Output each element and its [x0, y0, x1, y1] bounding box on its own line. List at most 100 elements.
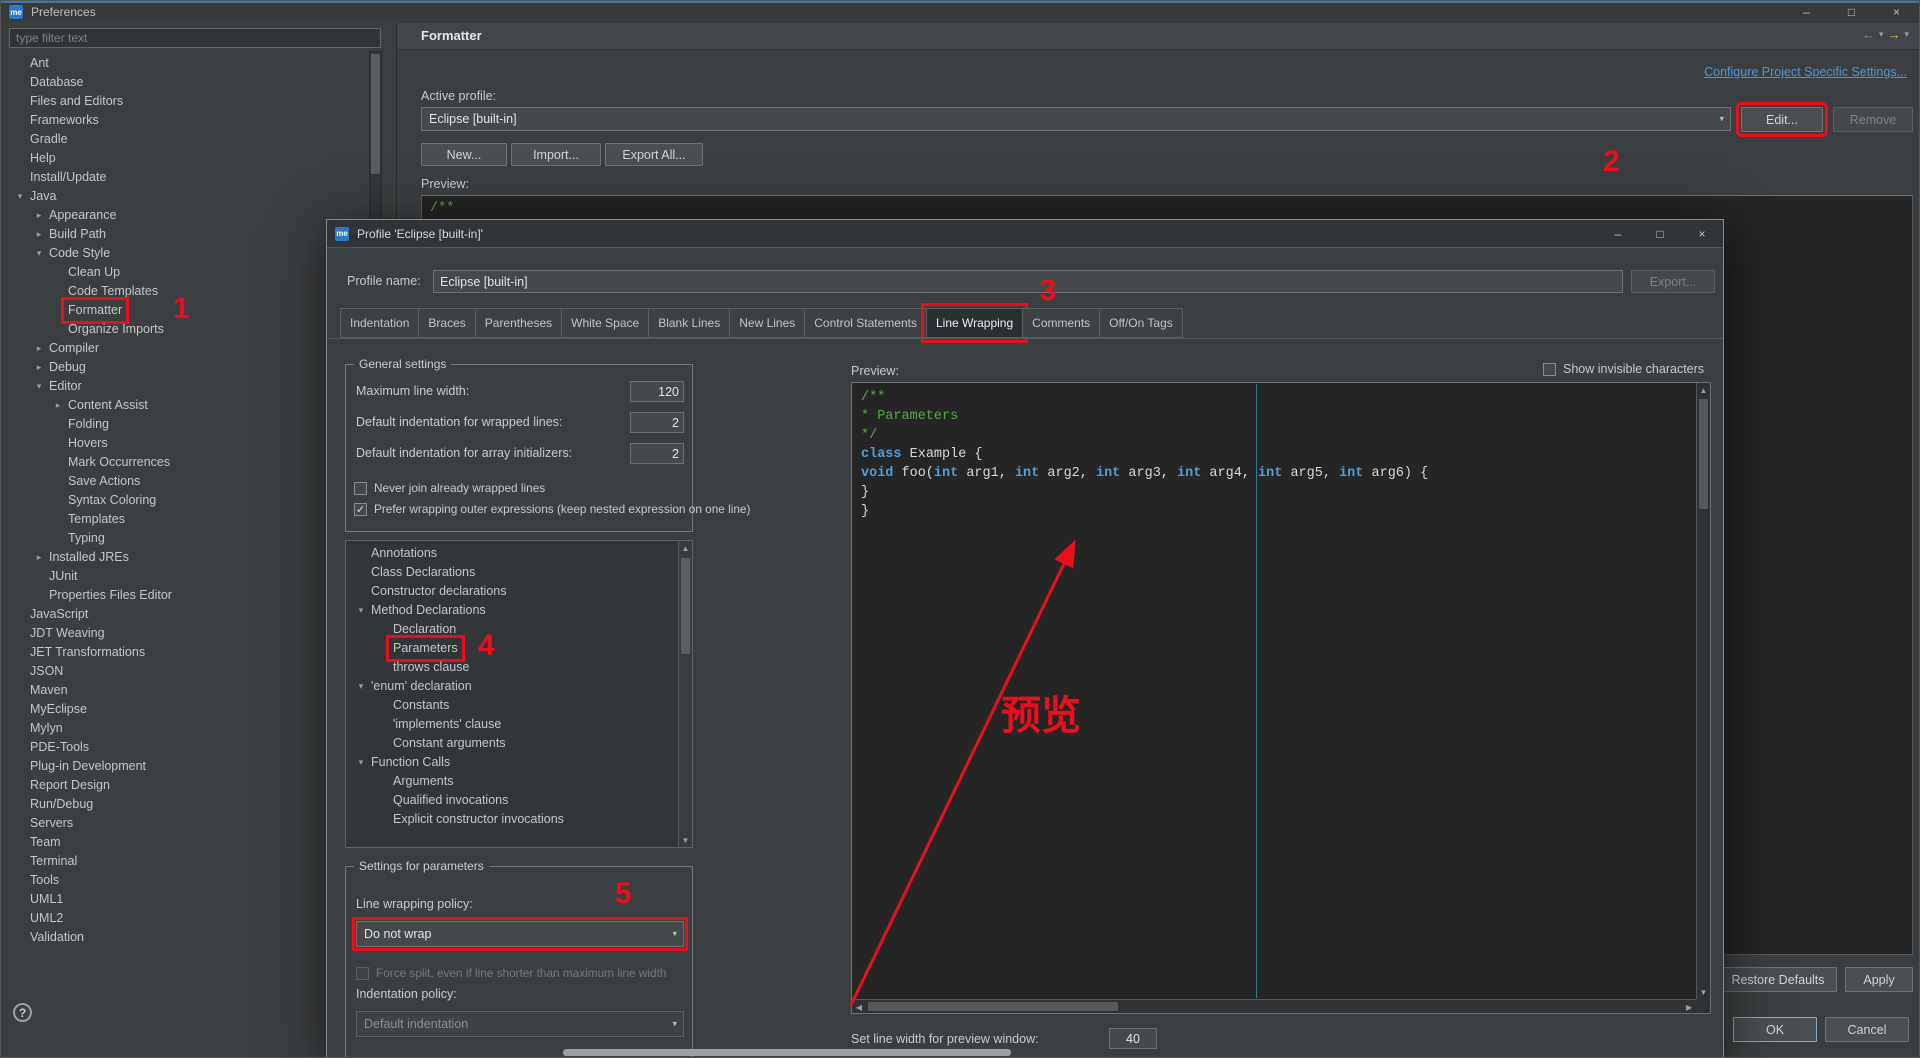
tab-new-lines[interactable]: New Lines	[729, 308, 806, 338]
tree-item-database[interactable]: Database	[1, 73, 397, 92]
profile-name-input[interactable]	[433, 270, 1623, 293]
collapsed-chevron-icon[interactable]: ▸	[32, 548, 46, 567]
tree-item-qualified-invocations[interactable]: Qualified invocations	[346, 791, 692, 810]
tab-blank-lines[interactable]: Blank Lines	[648, 308, 731, 338]
tree-item-gradle[interactable]: Gradle	[1, 130, 397, 149]
dialog-horizontal-scrollbar-thumb[interactable]	[563, 1049, 1011, 1056]
ok-button[interactable]: OK	[1733, 1017, 1817, 1042]
filter-input[interactable]	[9, 28, 381, 48]
active-profile-select[interactable]: Eclipse [built-in] ▾	[421, 107, 1731, 131]
scrollbar-thumb[interactable]	[868, 1002, 1118, 1011]
dialog-titlebar[interactable]: me Profile 'Eclipse [built-in]' – □ ×	[327, 220, 1723, 248]
tab-off-on-tags[interactable]: Off/On Tags	[1099, 308, 1183, 338]
tree-item-explicit-constructor-invocations[interactable]: Explicit constructor invocations	[346, 810, 692, 829]
close-icon[interactable]: ×	[1874, 1, 1919, 23]
checkbox-unchecked-icon[interactable]	[1543, 362, 1556, 376]
close-icon[interactable]: ×	[1681, 220, 1723, 248]
scroll-down-icon[interactable]: ▼	[679, 833, 692, 847]
tab-comments[interactable]: Comments	[1022, 308, 1101, 338]
tab-white-space[interactable]: White Space	[561, 308, 650, 338]
tree-item-class-declarations[interactable]: Class Declarations	[346, 563, 692, 582]
new-button[interactable]: New...	[421, 143, 507, 166]
expanded-chevron-icon[interactable]: ▾	[13, 187, 27, 206]
tree-item-annotations[interactable]: Annotations	[346, 544, 692, 563]
collapsed-chevron-icon[interactable]: ▸	[32, 225, 46, 244]
import-button[interactable]: Import...	[511, 143, 601, 166]
expanded-chevron-icon[interactable]: ▾	[354, 753, 368, 772]
tree-item-throws-clause[interactable]: throws clause	[346, 658, 692, 677]
scrollbar-thumb[interactable]	[681, 558, 690, 654]
collapsed-chevron-icon[interactable]: ▸	[32, 358, 46, 377]
preview-vertical-scrollbar[interactable]: ▲ ▼	[1696, 383, 1710, 999]
apply-button[interactable]: Apply	[1845, 967, 1913, 992]
tree-item-label: Annotations	[371, 546, 438, 560]
collapsed-chevron-icon[interactable]: ▸	[51, 396, 65, 415]
tree-item-help[interactable]: Help	[1, 149, 397, 168]
tree-item-constants[interactable]: Constants	[346, 696, 692, 715]
tree-item-arguments[interactable]: Arguments	[346, 772, 692, 791]
field-input-default-indentation-for-wrapped-lines[interactable]	[630, 412, 684, 433]
expanded-chevron-icon[interactable]: ▾	[32, 244, 46, 263]
checkbox-row-never-join-already-wrapped-lin[interactable]: Never join already wrapped lines	[354, 481, 684, 495]
expanded-chevron-icon[interactable]: ▾	[354, 601, 368, 620]
tree-item-method-declarations[interactable]: ▾ Method Declarations	[346, 601, 692, 620]
scroll-up-icon[interactable]: ▲	[1697, 383, 1710, 397]
tree-item-parameters[interactable]: Parameters 4	[346, 631, 692, 662]
window-titlebar[interactable]: me Preferences – □ ×	[1, 1, 1919, 23]
tab-indentation[interactable]: Indentation	[340, 308, 420, 338]
preview-horizontal-scrollbar[interactable]: ◀ ▶	[852, 999, 1696, 1013]
maximize-icon[interactable]: □	[1639, 220, 1681, 248]
back-arrow-icon[interactable]: ←	[1862, 27, 1875, 42]
tree-item-function-calls[interactable]: ▾ Function Calls	[346, 753, 692, 772]
line-width-input[interactable]	[1109, 1028, 1157, 1049]
minimize-icon[interactable]: –	[1784, 1, 1829, 23]
checkbox-row-prefer-wrapping-outer-expressi[interactable]: ✓ Prefer wrapping outer expressions (keep…	[354, 502, 750, 516]
restore-defaults-button[interactable]: Restore Defaults	[1719, 967, 1837, 992]
edit-button[interactable]: Edit...	[1736, 102, 1828, 137]
checkbox-checked-icon[interactable]: ✓	[354, 502, 367, 516]
tree-item-install-update[interactable]: Install/Update	[1, 168, 397, 187]
scrollbar-thumb[interactable]	[1699, 399, 1708, 509]
scroll-down-icon[interactable]: ▼	[1697, 985, 1710, 999]
tree-item-enum-declaration[interactable]: ▾'enum' declaration	[346, 677, 692, 696]
cancel-button[interactable]: Cancel	[1825, 1017, 1909, 1042]
scrollbar-thumb[interactable]	[371, 54, 380, 174]
show-invisible-row[interactable]: Show invisible characters	[1543, 362, 1704, 376]
checkbox-unchecked-icon[interactable]	[354, 481, 367, 495]
tree-item-constructor-declarations[interactable]: Constructor declarations	[346, 582, 692, 601]
forward-menu-caret-icon[interactable]: ▾	[1904, 29, 1909, 40]
field-input-default-indentation-for-array-initializers[interactable]	[630, 443, 684, 464]
collapsed-chevron-icon[interactable]: ▸	[32, 339, 46, 358]
scroll-up-icon[interactable]: ▲	[679, 541, 692, 555]
expanded-chevron-icon[interactable]: ▾	[354, 677, 368, 696]
tree-item-constant-arguments[interactable]: Constant arguments	[346, 734, 692, 753]
tab-braces[interactable]: Braces	[418, 308, 476, 338]
tree-item-files-and-editors[interactable]: Files and Editors	[1, 92, 397, 111]
maximize-icon[interactable]: □	[1829, 1, 1874, 23]
help-icon[interactable]: ?	[13, 1003, 32, 1022]
tree-item-java[interactable]: ▾ Java	[1, 187, 397, 206]
tree-item-ant[interactable]: Ant	[1, 54, 397, 73]
export-all-button[interactable]: Export All...	[605, 143, 703, 166]
tab-control-statements[interactable]: Control Statements	[804, 308, 927, 338]
tree-item-label: Installed JREs	[49, 550, 129, 564]
wrap-tree-scrollbar[interactable]: ▲ ▼	[678, 541, 692, 847]
line-wrapping-policy-select[interactable]: Do not wrap ▾	[352, 917, 688, 951]
minimize-icon[interactable]: –	[1597, 220, 1639, 248]
scroll-left-icon[interactable]: ◀	[852, 1000, 866, 1014]
expanded-chevron-icon[interactable]: ▾	[32, 377, 46, 396]
export-button[interactable]: Export...	[1631, 270, 1715, 293]
forward-arrow-icon[interactable]: →	[1887, 27, 1900, 42]
tab-parentheses[interactable]: Parentheses	[474, 308, 563, 338]
tree-item-implements-clause[interactable]: 'implements' clause	[346, 715, 692, 734]
collapsed-chevron-icon[interactable]: ▸	[32, 206, 46, 225]
field-input-maximum-line-width[interactable]	[630, 381, 684, 402]
tree-item-declaration[interactable]: Declaration	[346, 620, 692, 639]
tree-item-frameworks[interactable]: Frameworks	[1, 111, 397, 130]
scroll-right-icon[interactable]: ▶	[1682, 1000, 1696, 1014]
configure-project-settings-link[interactable]: Configure Project Specific Settings...	[1704, 65, 1907, 79]
remove-button[interactable]: Remove	[1833, 107, 1913, 132]
back-menu-caret-icon[interactable]: ▾	[1879, 29, 1884, 40]
tab-line-wrapping[interactable]: Line Wrapping 3	[920, 276, 1056, 343]
indentation-policy-select[interactable]: Default indentation ▾	[356, 1011, 684, 1037]
